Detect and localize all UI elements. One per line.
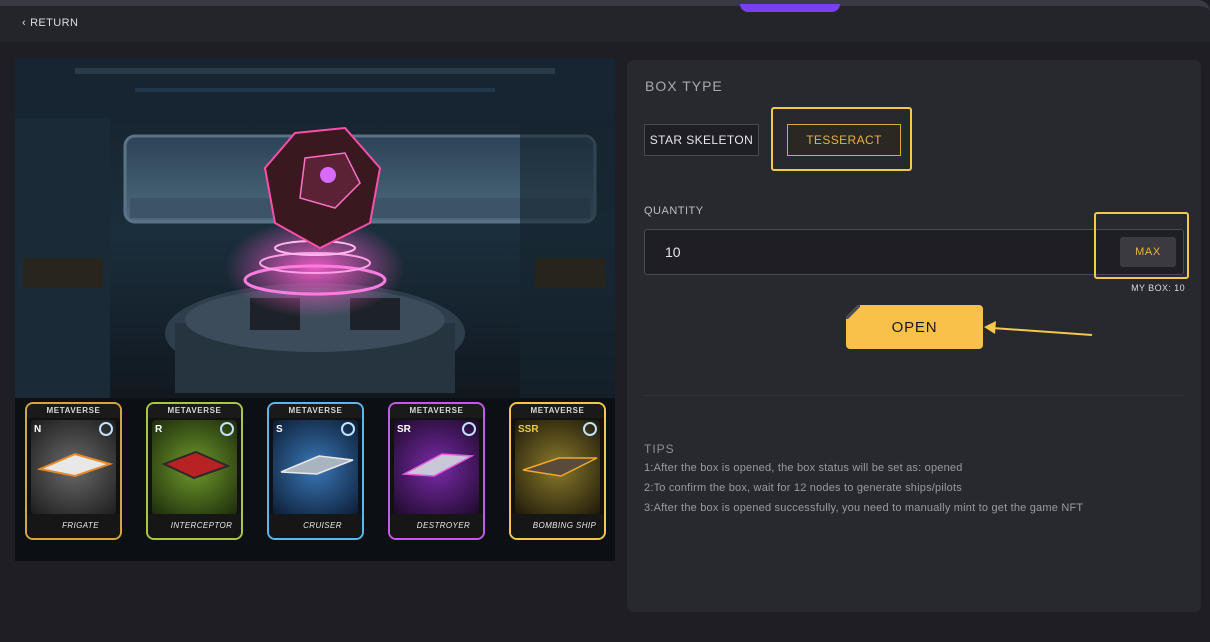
quantity-label: QUANTITY (644, 205, 704, 217)
open-button[interactable]: OPEN (846, 305, 983, 349)
card-rarity: R (155, 424, 163, 435)
box-type-star-skeleton[interactable]: STAR SKELETON (644, 124, 759, 156)
card-destroyer: METAVERSE SR X DESTROYER (388, 402, 485, 540)
ship-icon (161, 450, 231, 480)
max-button[interactable]: MAX (1120, 237, 1176, 267)
tip-3: 3:After the box is opened successfully, … (644, 502, 1084, 514)
open-corner-accent (846, 305, 860, 319)
card-name: INTERCEPTOR (148, 514, 241, 538)
top-bar (0, 0, 1210, 42)
tips-title: TIPS (644, 442, 675, 456)
ship-icon (36, 452, 114, 478)
chevron-left-icon: ‹ (22, 17, 27, 29)
card-name: BOMBING SHIP (511, 514, 604, 538)
ship-icon (280, 455, 354, 475)
return-link[interactable]: ‹ RETURN (22, 17, 78, 29)
box-showcase: METAVERSE N X FRIGATE METAVERSE R X INTE… (15, 58, 615, 561)
tip-1: 1:After the box is opened, the box statu… (644, 462, 963, 474)
card-rarity: S (276, 424, 283, 435)
top-notch (740, 4, 840, 12)
card-banner: METAVERSE (27, 404, 120, 418)
ship-cards: METAVERSE N X FRIGATE METAVERSE R X INTE… (25, 402, 610, 542)
tip-2: 2:To confirm the box, wait for 12 nodes … (644, 482, 962, 494)
card-banner: METAVERSE (390, 404, 483, 418)
ship-icon (401, 453, 475, 477)
return-label: RETURN (30, 17, 79, 29)
ship-class-icon (99, 422, 113, 436)
ship-class-icon (583, 422, 597, 436)
box-type-tesseract[interactable]: TESSERACT (787, 124, 901, 156)
card-cruiser: METAVERSE S X CRUISER (267, 402, 364, 540)
card-name: FRIGATE (27, 514, 120, 538)
ship-class-icon (462, 422, 476, 436)
my-box-count: MY BOX: 10 (1131, 283, 1185, 293)
ship-class-icon (341, 422, 355, 436)
card-frigate: METAVERSE N X FRIGATE (25, 402, 122, 540)
ship-class-icon (220, 422, 234, 436)
card-name: DESTROYER (390, 514, 483, 538)
card-rarity: SR (397, 424, 411, 435)
divider (644, 395, 1184, 396)
card-banner: METAVERSE (148, 404, 241, 418)
card-name: CRUISER (269, 514, 362, 538)
annotation-arrow-icon (984, 321, 1093, 336)
card-rarity: N (34, 424, 42, 435)
card-banner: METAVERSE (269, 404, 362, 418)
card-bombing-ship: METAVERSE SSR X BOMBING SHIP (509, 402, 606, 540)
box-panel: BOX TYPE STAR SKELETON TESSERACT QUANTIT… (627, 60, 1201, 612)
quantity-input[interactable] (644, 229, 1184, 275)
box-type-title: BOX TYPE (645, 78, 723, 94)
card-interceptor: METAVERSE R X INTERCEPTOR (146, 402, 243, 540)
ship-icon (522, 457, 598, 477)
card-banner: METAVERSE (511, 404, 604, 418)
card-rarity: SSR (518, 424, 539, 435)
